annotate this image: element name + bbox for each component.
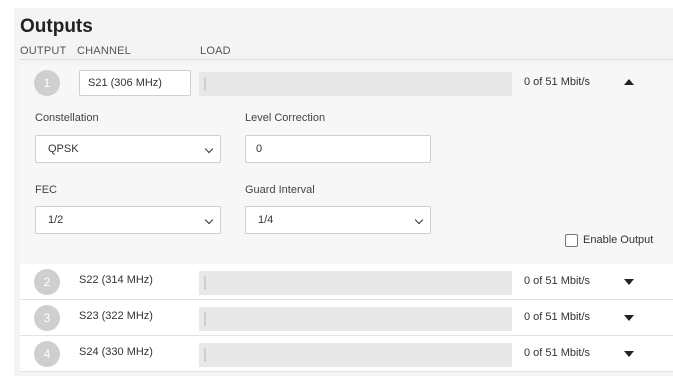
constellation-label: Constellation <box>35 112 99 124</box>
output-number-badge: 4 <box>34 341 60 367</box>
header-divider <box>20 59 673 60</box>
chevron-down-icon <box>204 215 214 225</box>
load-bar <box>199 271 512 295</box>
load-bar <box>199 307 512 331</box>
fec-value: 1/2 <box>48 214 64 226</box>
level-correction-input[interactable]: 0 <box>245 135 431 163</box>
constellation-value: QPSK <box>48 143 79 155</box>
channel-label: S22 (314 MHz) <box>79 274 153 286</box>
guard-interval-label: Guard Interval <box>245 184 315 196</box>
load-text: 0 of 51 Mbit/s <box>524 347 591 359</box>
chevron-down-icon[interactable] <box>624 279 634 285</box>
output-3-row[interactable]: 3 S23 (322 MHz) 0 of 51 Mbit/s <box>20 300 673 336</box>
chevron-down-icon <box>414 215 424 225</box>
output-1-row[interactable]: 1 S21 (306 MHz) 0 of 51 Mbit/s <box>20 65 673 101</box>
load-text: 0 of 51 Mbit/s <box>524 311 591 323</box>
output-number-badge: 3 <box>34 305 60 331</box>
enable-output-label: Enable Output <box>583 234 654 246</box>
channel-input[interactable]: S21 (306 MHz) <box>79 70 191 96</box>
column-header-load: LOAD <box>200 45 231 57</box>
load-bar-fill <box>204 312 206 326</box>
constellation-select[interactable]: QPSK <box>35 135 221 163</box>
load-bar-fill <box>204 348 206 362</box>
output-number-badge: 2 <box>34 269 60 295</box>
level-correction-label: Level Correction <box>245 112 326 124</box>
chevron-down-icon[interactable] <box>624 315 634 321</box>
chevron-up-icon[interactable] <box>624 79 634 85</box>
outputs-panel: Outputs OUTPUT CHANNEL LOAD 1 S21 (306 M… <box>14 8 673 376</box>
output-1-expanded: 1 S21 (306 MHz) 0 of 51 Mbit/s Constella… <box>20 65 673 272</box>
output-4-row[interactable]: 4 S24 (330 MHz) 0 of 51 Mbit/s <box>20 336 673 372</box>
fec-select[interactable]: 1/2 <box>35 206 221 234</box>
load-bar <box>199 343 512 367</box>
chevron-down-icon <box>204 144 214 154</box>
enable-output-checkbox[interactable] <box>565 234 578 247</box>
chevron-down-icon[interactable] <box>624 351 634 357</box>
column-header-channel: CHANNEL <box>77 45 131 57</box>
load-bar-fill <box>204 276 206 290</box>
channel-label: S24 (330 MHz) <box>79 346 153 358</box>
page-title: Outputs <box>20 16 93 37</box>
load-bar <box>199 72 512 96</box>
load-text: 0 of 51 Mbit/s <box>524 275 591 287</box>
fec-label: FEC <box>35 184 57 196</box>
load-text: 0 of 51 Mbit/s <box>524 76 591 88</box>
guard-interval-value: 1/4 <box>258 214 274 226</box>
output-2-row[interactable]: 2 S22 (314 MHz) 0 of 51 Mbit/s <box>20 264 673 300</box>
guard-interval-select[interactable]: 1/4 <box>245 206 431 234</box>
load-bar-fill <box>204 77 206 91</box>
output-number-badge: 1 <box>34 70 60 96</box>
channel-label: S23 (322 MHz) <box>79 310 153 322</box>
column-header-output: OUTPUT <box>20 45 67 57</box>
